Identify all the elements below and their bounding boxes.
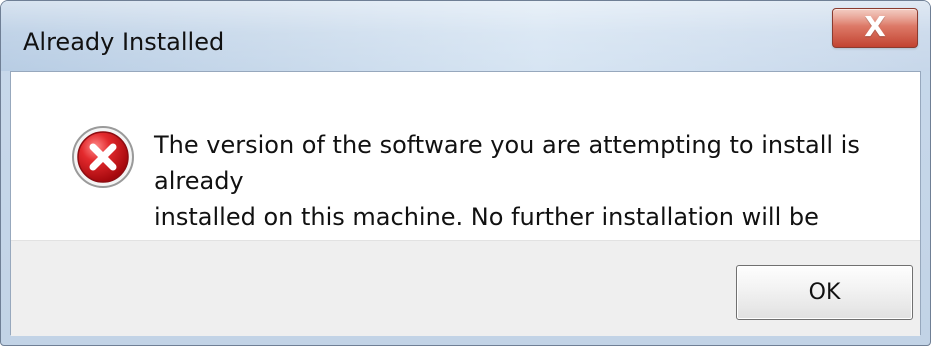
message-panel: The version of the software you are atte…	[11, 72, 920, 267]
dialog-window: Already Installed X The version of the s…	[0, 0, 931, 346]
button-panel: OK	[11, 240, 920, 336]
error-icon	[72, 126, 134, 188]
window-title: Already Installed	[23, 28, 225, 56]
dialog-client-area: The version of the software you are atte…	[10, 71, 921, 336]
ok-button[interactable]: OK	[736, 265, 913, 320]
title-bar: Already Installed X	[1, 1, 930, 71]
close-button[interactable]: X	[832, 8, 918, 48]
close-icon: X	[864, 10, 886, 43]
